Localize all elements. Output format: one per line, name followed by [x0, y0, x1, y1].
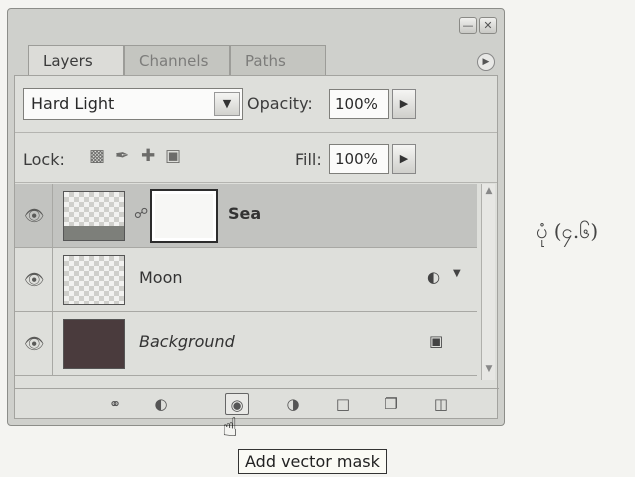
tab-layers[interactable]: Layers — [28, 45, 124, 75]
scroll-down-icon[interactable]: ▼ — [483, 364, 495, 378]
visibility-toggle[interactable]: 👁 — [15, 312, 53, 375]
layers-scrollbar[interactable]: ▲ ▼ — [481, 184, 495, 380]
layer-row-sea[interactable]: 👁 ☍ Sea — [15, 184, 477, 248]
eye-icon: 👁 — [24, 270, 45, 289]
chevron-down-icon[interactable]: ▼ — [214, 92, 240, 116]
lock-label: Lock: — [23, 150, 65, 169]
new-group-icon[interactable]: □ — [331, 393, 355, 415]
visibility-toggle[interactable]: 👁 — [15, 248, 53, 311]
divider — [15, 132, 497, 133]
link-icon[interactable]: ☍ — [134, 206, 148, 222]
layer-row-moon[interactable]: 👁 Moon ◐ ▼ — [15, 248, 477, 312]
layer-name[interactable]: Moon — [139, 268, 183, 287]
fill-input[interactable]: 100% — [329, 144, 389, 174]
tab-channels[interactable]: Channels — [124, 45, 230, 75]
hand-cursor-icon: ☝ — [222, 413, 238, 443]
eye-icon: 👁 — [24, 206, 45, 225]
lock-icon: ▣ — [429, 332, 444, 350]
lock-transparency-icon[interactable]: ▩ — [89, 146, 105, 166]
divider — [15, 182, 497, 183]
layer-thumbnail — [63, 191, 125, 241]
new-layer-icon[interactable]: ❐ — [379, 393, 403, 415]
layer-row-background[interactable]: 👁 Background ▣ — [15, 312, 477, 376]
tab-paths[interactable]: Paths — [230, 45, 326, 75]
scroll-up-icon[interactable]: ▲ — [483, 186, 495, 200]
close-icon[interactable]: ✕ — [479, 17, 497, 34]
panel-menu-icon[interactable]: ▶ — [477, 53, 495, 71]
layer-thumbnail — [63, 255, 125, 305]
opacity-input[interactable]: 100% — [329, 89, 389, 119]
layer-thumbnail — [63, 319, 125, 369]
layer-name[interactable]: Sea — [228, 204, 261, 223]
layer-name[interactable]: Background — [139, 332, 235, 351]
lock-move-icon[interactable]: ✚ — [141, 146, 155, 166]
mask-thumbnail[interactable] — [150, 189, 218, 243]
minimize-icon[interactable]: — — [459, 17, 477, 34]
fill-slider-button[interactable]: ▶ — [392, 144, 416, 174]
blend-mode-value: Hard Light — [31, 94, 115, 113]
expand-triangle-icon[interactable]: ▼ — [453, 268, 461, 279]
tooltip: Add vector mask — [238, 449, 387, 474]
layer-style-icon[interactable]: ◐ — [149, 393, 173, 415]
eye-icon: 👁 — [24, 334, 45, 353]
panel-titlebar: — ✕ — [8, 9, 504, 39]
layers-panel: — ✕ Layers Channels Paths ▶ Hard Light ▼… — [7, 8, 505, 426]
opacity-label: Opacity: — [247, 94, 313, 113]
lock-all-icon[interactable]: ▣ — [165, 146, 181, 166]
blend-mode-select[interactable]: Hard Light ▼ — [23, 88, 243, 120]
link-layers-icon[interactable]: ⚭ — [103, 393, 127, 415]
figure-caption: ပုံ (၄.၆) — [536, 219, 599, 243]
visibility-toggle[interactable]: 👁 — [15, 184, 53, 247]
panel-body: Hard Light ▼ Opacity: 100% ▶ Lock: ▩ ✒ ✚… — [14, 75, 499, 419]
layers-list: 👁 ☍ Sea 👁 Moon ◐ ▼ 👁 Background ▣ — [15, 184, 477, 380]
layer-style-icon[interactable]: ◐ — [427, 268, 440, 286]
delete-layer-icon[interactable]: ◫ — [429, 393, 453, 415]
adjustment-layer-icon[interactable]: ◑ — [281, 393, 305, 415]
panel-bottom-bar: ⚭ ◐ ◉ ◑ □ ❐ ◫ — [15, 388, 499, 418]
add-vector-mask-icon[interactable]: ◉ — [225, 393, 249, 415]
fill-label: Fill: — [295, 150, 322, 169]
lock-brush-icon[interactable]: ✒ — [115, 146, 129, 166]
opacity-slider-button[interactable]: ▶ — [392, 89, 416, 119]
